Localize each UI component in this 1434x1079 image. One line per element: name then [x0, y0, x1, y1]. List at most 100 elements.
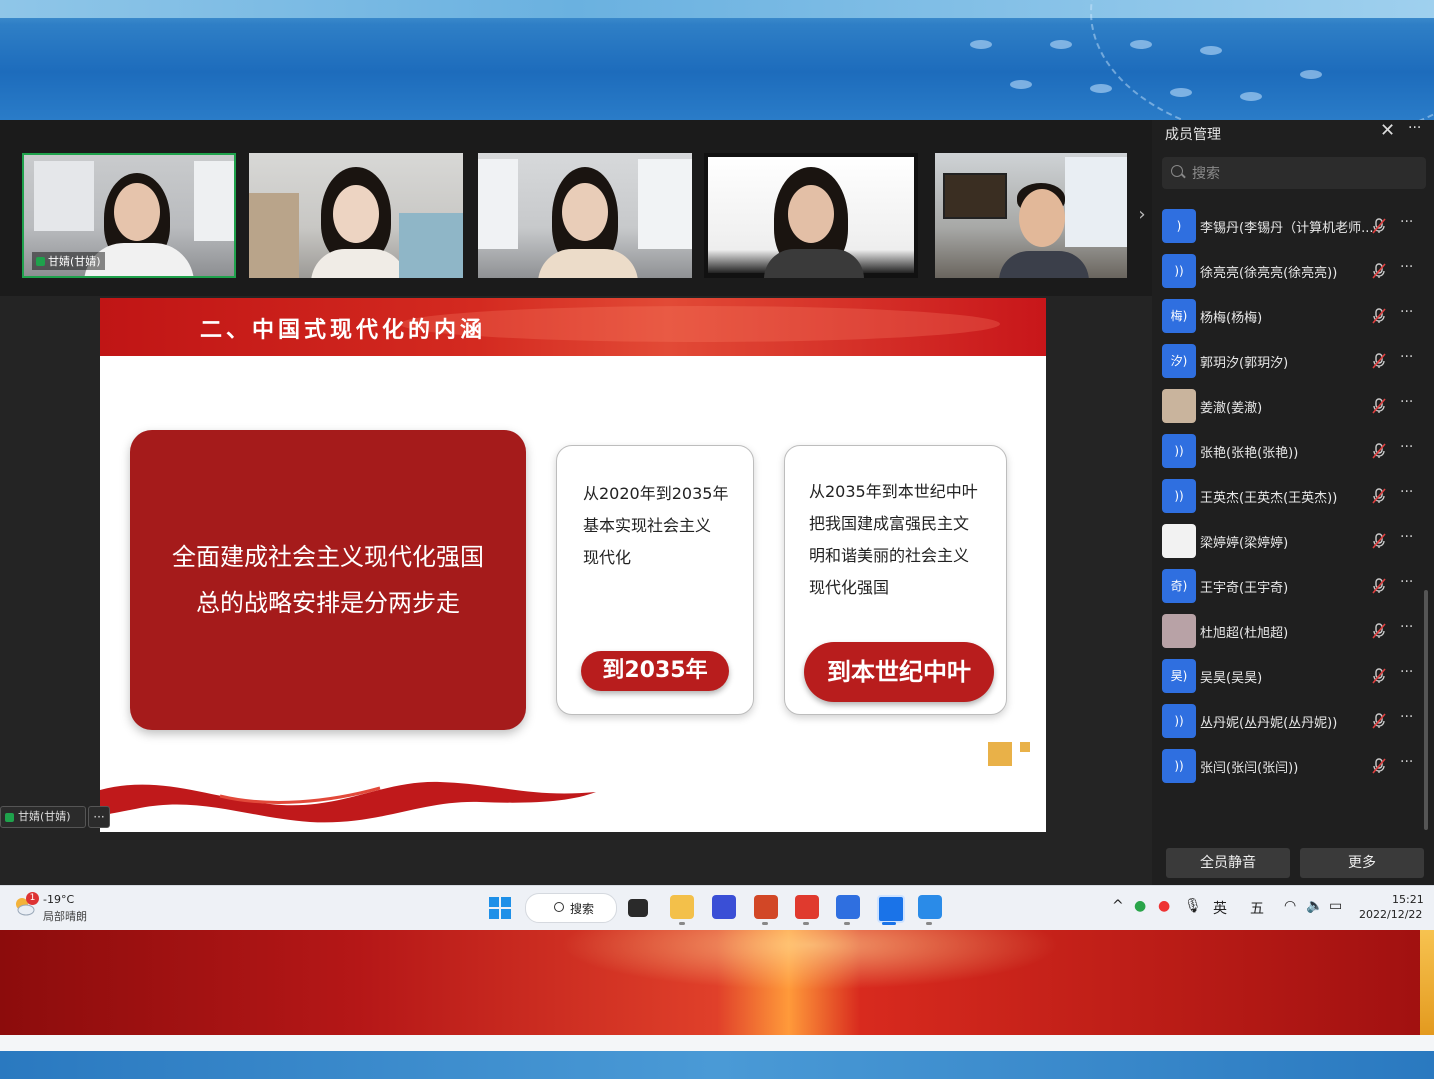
- mic-on-icon: [5, 812, 14, 822]
- tray-app-icon[interactable]: ●: [1134, 898, 1146, 914]
- chevron-right-icon[interactable]: ›: [1132, 200, 1152, 230]
- slide-title: 二、中国式现代化的内涵: [200, 317, 487, 343]
- self-name-tag[interactable]: 甘婧(甘婧): [0, 806, 86, 828]
- clock-date[interactable]: 2022/12/22: [1359, 908, 1422, 921]
- member-more-button[interactable]: ···: [1400, 349, 1413, 365]
- mic-muted-icon[interactable]: [1372, 398, 1386, 414]
- task-view-icon[interactable]: [628, 899, 648, 917]
- member-more-button[interactable]: ···: [1400, 394, 1413, 410]
- member-name: 杜旭超(杜旭超): [1200, 626, 1289, 641]
- taskbar-search[interactable]: 搜索: [525, 893, 617, 923]
- member-more-button[interactable]: ···: [1400, 664, 1413, 680]
- ime-language[interactable]: 英: [1213, 898, 1227, 918]
- mute-all-button[interactable]: 全员静音: [1166, 848, 1290, 878]
- mic-muted-icon[interactable]: [1372, 758, 1386, 774]
- member-row[interactable]: 梁婷婷(梁婷婷) ···: [1160, 521, 1422, 561]
- app-icon[interactable]: [836, 895, 860, 919]
- member-row[interactable]: 梅) 杨梅(杨梅) ···: [1160, 296, 1422, 336]
- ime-mode[interactable]: 五: [1250, 898, 1264, 918]
- video-tile[interactable]: [704, 153, 918, 278]
- windows-start-icon[interactable]: [489, 897, 511, 919]
- mic-muted-icon[interactable]: [1372, 533, 1386, 549]
- mic-muted-icon[interactable]: [1372, 218, 1386, 234]
- member-more-button[interactable]: ···: [1400, 484, 1413, 500]
- step2-line: 明和谐美丽的社会主义: [809, 546, 970, 565]
- member-row[interactable]: 姜澈(姜澈) ···: [1160, 386, 1422, 426]
- mic-muted-icon[interactable]: [1372, 623, 1386, 639]
- mic-muted-icon[interactable]: [1372, 578, 1386, 594]
- member-row[interactable]: 奇) 王宇奇(王宇奇) ···: [1160, 566, 1422, 606]
- member-search[interactable]: [1162, 157, 1426, 191]
- wps-icon[interactable]: [795, 895, 819, 919]
- strategy-card: 全面建成社会主义现代化强国 总的战略安排是分两步走: [130, 430, 526, 730]
- member-more-button[interactable]: ···: [1400, 709, 1413, 725]
- running-indicator: [882, 922, 896, 925]
- running-indicator: [679, 922, 685, 925]
- member-name: 吴昊(吴昊): [1200, 671, 1263, 686]
- member-more-button[interactable]: ···: [1400, 439, 1413, 455]
- video-tile[interactable]: [935, 153, 1127, 278]
- running-indicator: [762, 922, 768, 925]
- mic-muted-icon[interactable]: [1372, 353, 1386, 369]
- video-tile[interactable]: [478, 153, 692, 278]
- member-row[interactable]: ) 李锡丹(李锡丹（计算机老师... ···: [1160, 206, 1422, 246]
- chevron-up-icon[interactable]: ^: [1112, 898, 1124, 914]
- step2-line: 从2035年到本世纪中叶: [809, 482, 978, 501]
- app-icon[interactable]: [712, 895, 736, 919]
- meeting-app-icon[interactable]: [877, 895, 905, 923]
- member-row[interactable]: )) 丛丹妮(丛丹妮(丛丹妮)) ···: [1160, 701, 1422, 741]
- video-tile[interactable]: [249, 153, 463, 278]
- video-tile[interactable]: 甘婧(甘婧): [22, 153, 236, 278]
- avatar: )): [1162, 479, 1196, 513]
- panel-title: 成员管理: [1165, 127, 1221, 143]
- member-row[interactable]: )) 徐亮亮(徐亮亮(徐亮亮)) ···: [1160, 251, 1422, 291]
- member-more-button[interactable]: ···: [1400, 214, 1413, 230]
- member-name: 郭玥汐(郭玥汐): [1200, 356, 1289, 371]
- wifi-icon[interactable]: ◠: [1284, 898, 1296, 914]
- mic-muted-icon[interactable]: [1372, 713, 1386, 729]
- powerpoint-icon[interactable]: [754, 895, 778, 919]
- mic-muted-icon[interactable]: [1372, 308, 1386, 324]
- qq-icon[interactable]: ●: [1158, 898, 1170, 914]
- slide-header: 二、中国式现代化的内涵: [100, 298, 1046, 356]
- mic-muted-icon[interactable]: [1372, 488, 1386, 504]
- member-row[interactable]: 杜旭超(杜旭超) ···: [1160, 611, 1422, 651]
- member-more-button[interactable]: ···: [1400, 574, 1413, 590]
- panel-more-button[interactable]: ···: [1408, 120, 1421, 136]
- app-icon[interactable]: [918, 895, 942, 919]
- mic-muted-icon[interactable]: [1372, 443, 1386, 459]
- member-name: 姜澈(姜澈): [1200, 401, 1263, 416]
- mic-muted-icon[interactable]: [1372, 668, 1386, 684]
- member-row[interactable]: 昊) 吴昊(吴昊) ···: [1160, 656, 1422, 696]
- self-more-button[interactable]: ···: [88, 806, 110, 828]
- avatar: [1162, 389, 1196, 423]
- member-more-button[interactable]: ···: [1400, 304, 1413, 320]
- top-background-band: [0, 0, 1434, 120]
- member-search-input[interactable]: [1190, 157, 1414, 191]
- scrollbar[interactable]: [1424, 590, 1428, 830]
- member-more-button[interactable]: ···: [1400, 754, 1413, 770]
- avatar: 汐): [1162, 344, 1196, 378]
- member-name: 徐亮亮(徐亮亮(徐亮亮)): [1200, 266, 1338, 281]
- step1-line: 现代化: [583, 548, 632, 567]
- battery-icon[interactable]: ▭: [1329, 898, 1342, 914]
- member-row[interactable]: )) 王英杰(王英杰(王英杰)) ···: [1160, 476, 1422, 516]
- member-row[interactable]: )) 张闫(张闫(张闫)) ···: [1160, 746, 1422, 786]
- member-more-button[interactable]: ···: [1400, 619, 1413, 635]
- member-more-button[interactable]: ···: [1400, 529, 1413, 545]
- close-icon[interactable]: ✕: [1380, 120, 1395, 141]
- member-more-button[interactable]: ···: [1400, 259, 1413, 275]
- file-explorer-icon[interactable]: [670, 895, 694, 919]
- member-row[interactable]: 汐) 郭玥汐(郭玥汐) ···: [1160, 341, 1422, 381]
- clock-time[interactable]: 15:21: [1392, 893, 1424, 906]
- step1-line: 从2020年到2035年: [583, 484, 729, 503]
- volume-icon[interactable]: 🔈: [1306, 898, 1323, 914]
- member-row[interactable]: )) 张艳(张艳(张艳)) ···: [1160, 431, 1422, 471]
- mic-muted-icon[interactable]: [1372, 263, 1386, 279]
- more-button[interactable]: 更多: [1300, 848, 1424, 878]
- avatar: ): [1162, 209, 1196, 243]
- microphone-icon[interactable]: 🎙: [1184, 898, 1202, 914]
- avatar: )): [1162, 749, 1196, 783]
- member-name: 李锡丹(李锡丹（计算机老师...: [1200, 221, 1374, 236]
- weather-temperature: -19°C: [43, 893, 75, 906]
